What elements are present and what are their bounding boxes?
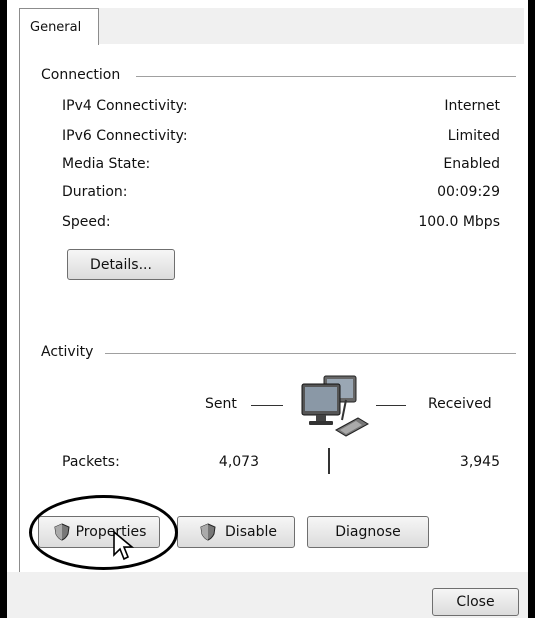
properties-button-label: Properties [75, 524, 147, 540]
speed-label: Speed: [62, 214, 111, 230]
tab-general[interactable]: General [19, 8, 99, 45]
activity-divider-vertical [328, 448, 330, 474]
window-frame-right [528, 0, 535, 618]
window-frame-left [0, 0, 7, 618]
packets-sent-value: 4,073 [218, 454, 259, 470]
connection-divider [136, 76, 516, 77]
ipv4-connectivity-label: IPv4 Connectivity: [62, 98, 188, 114]
received-line [376, 405, 406, 406]
media-state-value: Enabled [443, 156, 500, 172]
close-button[interactable]: Close [432, 588, 519, 616]
media-state-label: Media State: [62, 156, 151, 172]
packets-label: Packets: [62, 454, 120, 470]
packets-received-value: 3,945 [459, 454, 500, 470]
network-computers-icon [301, 375, 370, 437]
properties-button[interactable]: Properties [38, 516, 160, 548]
disable-button[interactable]: Disable [177, 516, 295, 548]
tab-general-label: General [30, 20, 82, 35]
tab-strip [99, 8, 524, 45]
duration-value: 00:09:29 [437, 184, 500, 200]
ipv6-connectivity-value: Limited [447, 128, 500, 144]
activity-divider [105, 353, 516, 354]
ipv6-connectivity-label: IPv6 Connectivity: [62, 128, 188, 144]
details-button-label: Details... [90, 256, 152, 273]
sent-label: Sent [205, 396, 237, 412]
disable-button-label: Disable [225, 524, 277, 540]
sent-line [251, 405, 283, 406]
diagnose-button-label: Diagnose [335, 524, 401, 540]
close-button-label: Close [456, 594, 495, 610]
connection-group-title: Connection [41, 67, 127, 83]
mouse-pointer-icon [113, 530, 134, 561]
received-label: Received [428, 396, 492, 412]
duration-label: Duration: [62, 184, 128, 200]
activity-group-title: Activity [41, 344, 100, 360]
details-button[interactable]: Details... [67, 249, 175, 280]
speed-value: 100.0 Mbps [418, 214, 500, 230]
ipv4-connectivity-value: Internet [444, 98, 500, 114]
diagnose-button[interactable]: Diagnose [307, 516, 429, 548]
general-panel: Connection IPv4 Connectivity: Internet I… [19, 44, 527, 572]
